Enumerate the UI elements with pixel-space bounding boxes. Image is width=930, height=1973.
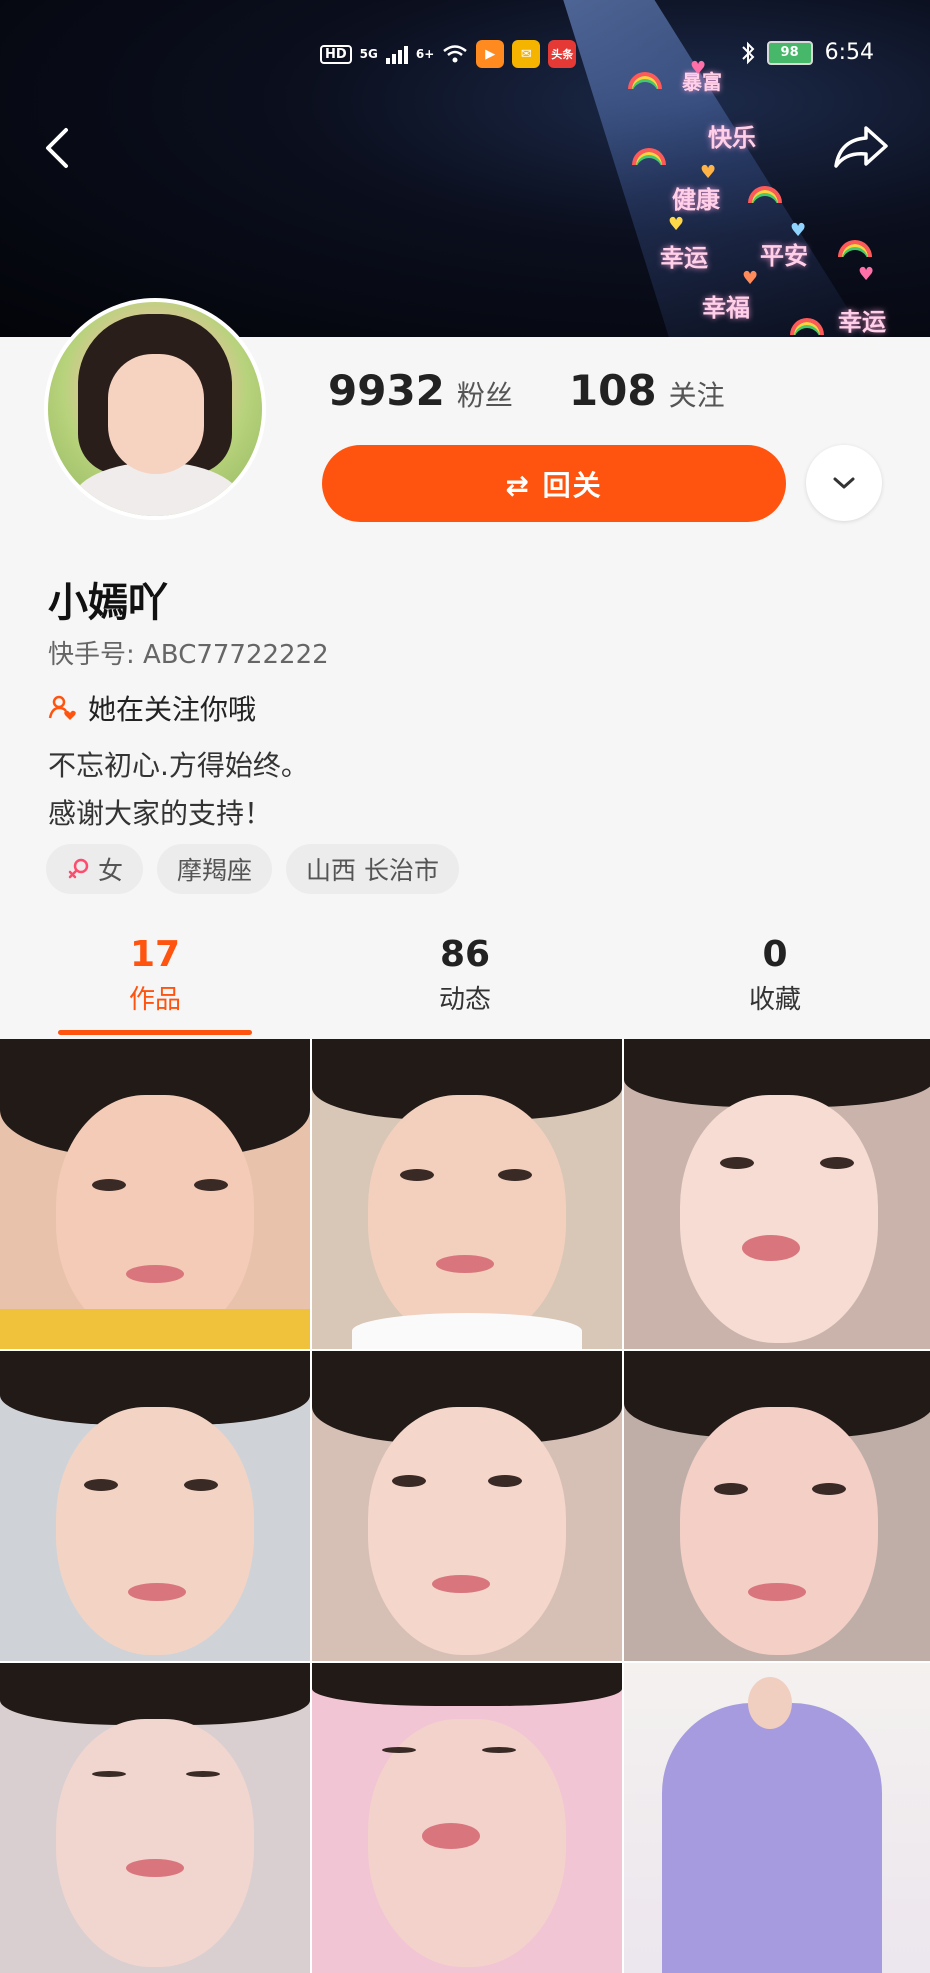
gender-tag: 女 bbox=[46, 844, 144, 894]
tab-label: 作品 bbox=[128, 985, 181, 1015]
video-thumbnail[interactable] bbox=[0, 1351, 310, 1661]
network-type: 5G bbox=[359, 47, 378, 61]
rainbow-icon bbox=[838, 240, 872, 257]
heart-icon: ♥ bbox=[790, 220, 807, 241]
mutual-follow-notice: 她在关注你哦 bbox=[48, 688, 256, 728]
signal-icon bbox=[385, 44, 408, 64]
hd-indicator: HD bbox=[320, 44, 352, 64]
video-thumbnail[interactable] bbox=[624, 1663, 930, 1973]
battery-indicator: 98 bbox=[766, 40, 813, 65]
profile-name: 小嫣吖 bbox=[48, 580, 168, 626]
back-button[interactable] bbox=[40, 124, 76, 172]
avatar[interactable] bbox=[44, 298, 266, 520]
wifi-icon bbox=[443, 45, 468, 63]
chevron-down-icon bbox=[833, 477, 855, 489]
banner-word: 健康 bbox=[672, 186, 720, 214]
heart-icon: ♥ bbox=[700, 162, 717, 183]
tab-favorites[interactable]: 0 收藏 bbox=[620, 934, 930, 1016]
avatar-image bbox=[48, 302, 262, 516]
video-thumbnail[interactable] bbox=[624, 1351, 930, 1661]
active-tab-indicator bbox=[58, 1030, 252, 1035]
status-bar: HD 5G 6+ ▶ ✉ 头条 98 6:54 bbox=[0, 36, 930, 76]
heart-icon: ♥ bbox=[742, 268, 759, 289]
follow-back-button[interactable]: ⇄ 回关 bbox=[322, 445, 786, 522]
bluetooth-icon bbox=[741, 41, 755, 64]
video-thumbnail[interactable] bbox=[624, 1039, 930, 1349]
video-app-icon: ▶ bbox=[476, 40, 505, 68]
video-thumbnail[interactable] bbox=[0, 1663, 310, 1973]
followers-count[interactable]: 9932 bbox=[328, 366, 445, 415]
banner-word: 幸运 bbox=[838, 308, 886, 336]
video-thumbnail[interactable] bbox=[312, 1663, 622, 1973]
banner-word: 平安 bbox=[760, 242, 808, 270]
following-label[interactable]: 关注 bbox=[669, 374, 725, 414]
user-heart-icon bbox=[48, 695, 76, 720]
tab-count: 17 bbox=[129, 934, 181, 975]
tab-moments[interactable]: 86 动态 bbox=[310, 934, 620, 1016]
bio-line: 感谢大家的支持！ bbox=[48, 797, 273, 830]
video-thumbnail[interactable] bbox=[0, 1039, 310, 1349]
profile-stats: 9932 粉丝 108 关注 bbox=[328, 366, 725, 415]
chevron-left-icon bbox=[46, 128, 68, 168]
kuaishou-id[interactable]: 快手号: ABC77722222 bbox=[48, 634, 329, 671]
content-tabs: 17 作品 86 动态 0 收藏 bbox=[0, 934, 930, 1038]
signal2-label: 6+ bbox=[415, 47, 435, 61]
clock: 6:54 bbox=[824, 40, 874, 65]
news-app-icon: 头条 bbox=[548, 40, 577, 68]
tab-label: 动态 bbox=[438, 985, 491, 1015]
heart-icon: ♥ bbox=[858, 264, 875, 285]
profile-tags: 女 摩羯座 山西 长治市 bbox=[46, 844, 459, 894]
share-button[interactable] bbox=[832, 122, 890, 172]
banner-word: 幸运 bbox=[660, 244, 708, 272]
tab-works[interactable]: 17 作品 bbox=[0, 934, 310, 1016]
banner-word: 幸福 bbox=[702, 294, 750, 322]
video-thumbnail[interactable] bbox=[312, 1039, 622, 1349]
tab-label: 收藏 bbox=[748, 985, 801, 1015]
video-thumbnail[interactable] bbox=[312, 1351, 622, 1661]
gender-label: 女 bbox=[98, 856, 124, 885]
share-arrow-icon bbox=[834, 126, 888, 168]
following-count[interactable]: 108 bbox=[569, 366, 657, 415]
more-options-button[interactable] bbox=[806, 445, 882, 521]
video-grid bbox=[0, 1039, 930, 1973]
mail-app-icon: ✉ bbox=[512, 40, 541, 68]
location-tag: 山西 长治市 bbox=[286, 844, 459, 894]
heart-icon: ♥ bbox=[668, 214, 685, 235]
followers-label[interactable]: 粉丝 bbox=[457, 374, 513, 414]
mutual-follow-text: 她在关注你哦 bbox=[88, 693, 257, 726]
banner-word: 快乐 bbox=[708, 124, 756, 152]
female-icon bbox=[68, 858, 89, 879]
tab-count: 0 bbox=[762, 934, 788, 975]
bio-line: 不忘初心.方得始终。 bbox=[48, 749, 309, 782]
zodiac-tag: 摩羯座 bbox=[157, 844, 273, 894]
tab-count: 86 bbox=[439, 934, 491, 975]
